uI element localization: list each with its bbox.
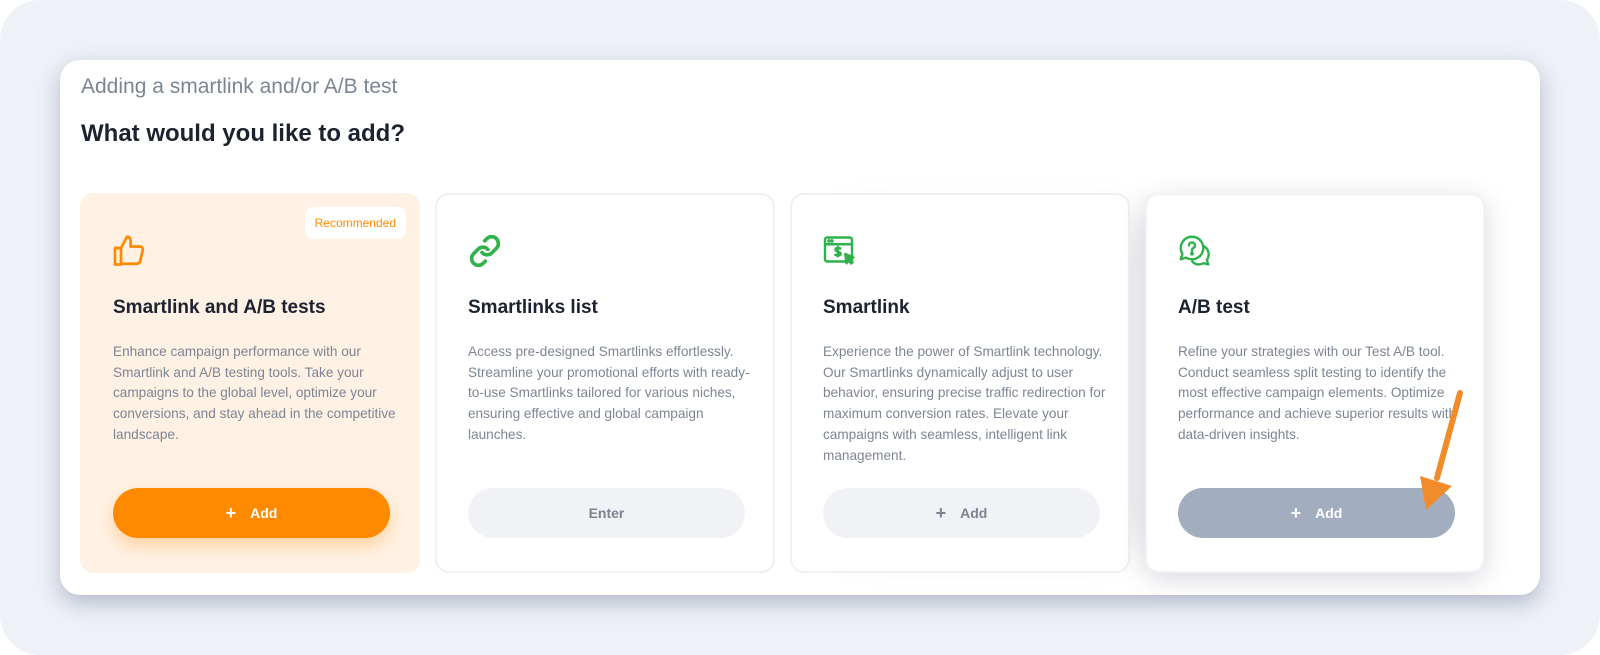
- card-title: A/B test: [1178, 297, 1250, 318]
- dialog-subtitle: Adding a smartlink and/or A/B test: [81, 75, 398, 98]
- card-title: Smartlinks list: [468, 297, 598, 318]
- plus-icon: +: [225, 503, 237, 523]
- annotation-arrow-icon: [1420, 390, 1463, 510]
- plus-icon: +: [1290, 503, 1302, 523]
- add-ab-test-button[interactable]: + Add: [1178, 488, 1455, 538]
- add-smartlink-button[interactable]: + Add: [823, 488, 1100, 538]
- add-dialog-panel: Adding a smartlink and/or A/B test What …: [60, 60, 1540, 595]
- plus-icon: +: [935, 503, 947, 523]
- card-description: Experience the power of Smartlink techno…: [823, 344, 1106, 463]
- recommended-badge: Recommended: [304, 207, 406, 239]
- question-chat-icon: [1177, 233, 1213, 269]
- button-label: Add: [1315, 505, 1343, 521]
- browser-dollar-icon: [822, 233, 858, 269]
- button-label: Enter: [588, 505, 625, 521]
- card-description: Access pre-designed Smartlinks effortles…: [468, 344, 750, 442]
- card-smartlink-and-ab-tests[interactable]: Recommended Smartlink and A/B tests Enha…: [80, 193, 420, 573]
- card-title: Smartlink: [823, 297, 910, 318]
- dialog-title: What would you like to add?: [81, 120, 405, 147]
- button-label: Add: [250, 505, 278, 521]
- thumbs-up-icon: [112, 233, 148, 269]
- card-description: Enhance campaign performance with our Sm…: [113, 344, 396, 442]
- card-smartlinks-list[interactable]: Smartlinks list Access pre-designed Smar…: [435, 193, 775, 573]
- button-label: Add: [960, 505, 988, 521]
- add-smartlink-and-ab-button[interactable]: + Add: [113, 488, 390, 538]
- card-title: Smartlink and A/B tests: [113, 297, 326, 318]
- card-smartlink[interactable]: Smartlink Experience the power of Smartl…: [790, 193, 1130, 573]
- link-icon: [467, 233, 503, 269]
- enter-smartlinks-list-button[interactable]: Enter: [468, 488, 745, 538]
